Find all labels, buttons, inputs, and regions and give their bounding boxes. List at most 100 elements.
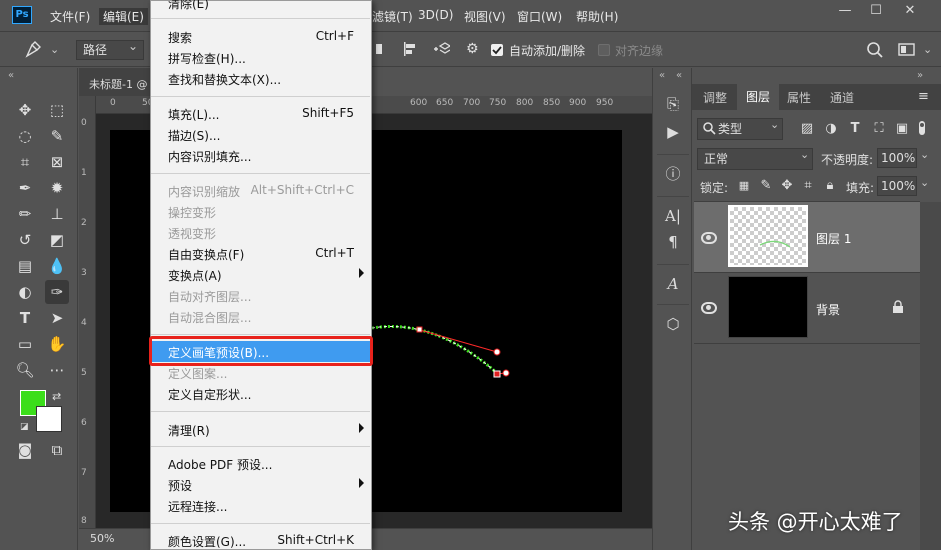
menu-item-content-aware-fill[interactable]: 内容识别填充... [150, 145, 370, 166]
filter-shape-icon[interactable]: ⛶ [871, 121, 887, 137]
rectangle-tool-icon[interactable]: ▭ [13, 332, 37, 356]
tab-channels[interactable]: 通道 [830, 89, 854, 106]
swap-colors-icon[interactable]: ⇄ [52, 390, 61, 403]
quick-selection-tool-icon[interactable]: ✎ [45, 124, 69, 148]
menu-view[interactable]: 视图(V) [464, 8, 506, 25]
opacity-input[interactable]: 100% [877, 148, 917, 168]
menu-item-define-custom-shape[interactable]: 定义自定形状... [150, 383, 370, 404]
menu-item-find-replace[interactable]: 查找和替换文本(X)... [150, 68, 370, 89]
filter-chevron-down-icon[interactable]: ⌄ [770, 118, 779, 131]
visibility-eye-icon[interactable] [701, 232, 717, 244]
menu-item-content-aware-scale[interactable]: 内容识别缩放 Alt+Shift+Ctrl+C [150, 180, 370, 201]
fill-input[interactable]: 100% [877, 176, 917, 196]
menu-item-presets[interactable]: 预设 [150, 474, 370, 495]
path-operations-icon[interactable] [374, 41, 390, 57]
layer-name[interactable]: 背景 [816, 301, 840, 318]
filter-smart-object-icon[interactable]: ▣ [894, 121, 910, 137]
menu-item-auto-align-layers[interactable]: 自动对齐图层... [150, 285, 370, 306]
zoom-tool-icon[interactable]: 🔍︎ [13, 358, 37, 382]
auto-add-delete-checkbox[interactable] [491, 44, 503, 56]
actions-play-icon[interactable]: ▶ [661, 120, 685, 144]
marquee-tool-icon[interactable]: ⬚ [45, 98, 69, 122]
background-color-swatch[interactable] [36, 406, 62, 432]
crop-tool-icon[interactable]: ⌗ [13, 150, 37, 174]
lock-transparent-pixels-icon[interactable]: ▦ [736, 178, 752, 194]
menu-file[interactable]: 文件(F) [50, 8, 90, 25]
maximize-button[interactable]: ☐ [864, 4, 888, 20]
collapse-right-icon[interactable]: » [917, 70, 923, 81]
menu-item-perspective-warp[interactable]: 透视变形 [150, 222, 370, 243]
lasso-tool-icon[interactable]: ◌ [13, 124, 37, 148]
tab-adjustments[interactable]: 调整 [703, 89, 727, 106]
pen-tool-preset-icon[interactable] [24, 41, 44, 59]
menu-item-fill[interactable]: 填充(L)... Shift+F5 [150, 103, 370, 124]
hand-tool-icon[interactable]: ✋ [45, 332, 69, 356]
menu-item-purge[interactable]: 清理(R) [150, 419, 370, 440]
search-icon[interactable] [866, 41, 884, 59]
type-tool-icon[interactable]: T [13, 306, 37, 330]
menu-item-remote-connections[interactable]: 远程连接... [150, 495, 370, 516]
eraser-tool-icon[interactable]: ◩ [45, 228, 69, 252]
more-tools-icon[interactable]: ⋯ [45, 358, 69, 382]
tab-properties[interactable]: 属性 [787, 89, 811, 106]
blur-tool-icon[interactable]: 💧 [45, 254, 69, 278]
menu-window[interactable]: 窗口(W) [517, 8, 562, 25]
glyphs-panel-icon[interactable]: A [661, 272, 685, 296]
menu-edit[interactable]: 编辑(E) [99, 8, 148, 25]
menu-item-spell-check[interactable]: 拼写检查(H)... [150, 47, 370, 68]
menu-item-auto-blend-layers[interactable]: 自动混合图层... [150, 306, 370, 327]
layer-row-layer-1[interactable]: 图层 1 [694, 202, 920, 272]
gear-icon[interactable]: ⚙ [466, 41, 482, 57]
history-brush-tool-icon[interactable]: ↺ [13, 228, 37, 252]
screen-mode-icon[interactable]: ⧉ [45, 438, 69, 462]
lock-all-icon[interactable]: 🔒︎ [822, 178, 838, 194]
menu-item-puppet-warp[interactable]: 操控变形 [150, 201, 370, 222]
minimize-button[interactable]: — [833, 4, 857, 20]
blend-mode-select[interactable]: 正常 [697, 148, 813, 170]
collapse-icons-icon[interactable]: « [659, 70, 665, 81]
pen-mode-select[interactable]: 路径 [76, 37, 144, 60]
filter-adjustment-icon[interactable]: ◑ [823, 121, 839, 137]
menu-item-stroke[interactable]: 描边(S)... [150, 124, 370, 145]
info-icon[interactable]: ⓘ [661, 162, 685, 186]
eyedropper-tool-icon[interactable]: ✒ [13, 176, 37, 200]
lock-artboard-icon[interactable]: ⌗ [800, 178, 816, 194]
3d-panel-icon[interactable]: ⬡ [661, 312, 685, 336]
tab-layers[interactable]: 图层 [737, 84, 780, 110]
collapse-left-icon[interactable]: « [676, 70, 682, 81]
path-alignment-icon[interactable] [402, 41, 418, 57]
layers-scrollbar[interactable] [920, 202, 941, 550]
frame-tool-icon[interactable]: ⊠ [45, 150, 69, 174]
menu-filter[interactable]: 滤镜(T) [372, 8, 413, 25]
align-edges-checkbox[interactable] [598, 44, 610, 56]
quick-mask-icon[interactable]: ◙ [13, 438, 37, 462]
stamp-tool-icon[interactable]: ⊥ [45, 202, 69, 226]
menu-item-clear[interactable]: 清除(E) [150, 0, 370, 13]
preset-chevron-down-icon[interactable]: ⌄ [50, 43, 59, 56]
dodge-tool-icon[interactable]: ◐ [13, 280, 37, 304]
filter-type-icon[interactable]: T [847, 121, 863, 137]
default-colors-icon[interactable]: ◪ [20, 422, 29, 432]
gradient-tool-icon[interactable]: ▤ [13, 254, 37, 278]
brush-tool-icon[interactable]: ✏ [13, 202, 37, 226]
document-tab[interactable]: 未标题-1 @ [79, 68, 151, 96]
healing-brush-tool-icon[interactable]: ✹ [45, 176, 69, 200]
paragraph-panel-icon[interactable]: ¶ [661, 230, 685, 254]
layer-row-background[interactable]: 背景 [694, 273, 920, 343]
pen-tool-icon[interactable]: ✑ [45, 280, 69, 304]
history-panel-icon[interactable]: ⎘ [661, 92, 685, 116]
layer-name[interactable]: 图层 1 [816, 230, 851, 247]
fill-chevron-down-icon[interactable]: ⌄ [920, 176, 929, 189]
workspace-icon[interactable] [898, 42, 916, 58]
visibility-eye-icon[interactable] [701, 302, 717, 314]
menu-item-adobe-pdf-presets[interactable]: Adobe PDF 预设... [150, 453, 370, 474]
panel-menu-icon[interactable]: ≡ [918, 89, 929, 104]
opacity-chevron-down-icon[interactable]: ⌄ [920, 148, 929, 161]
move-tool-icon[interactable]: ✥ [13, 98, 37, 122]
lock-image-pixels-icon[interactable]: ✎ [758, 178, 774, 194]
lock-position-icon[interactable]: ✥ [779, 178, 795, 194]
menu-item-search[interactable]: 搜索 Ctrl+F [150, 26, 370, 47]
menu-item-free-transform-points[interactable]: 自由变换点(F) Ctrl+T [150, 243, 370, 264]
menu-help[interactable]: 帮助(H) [576, 8, 618, 25]
menu-item-transform-points[interactable]: 变换点(A) [150, 264, 370, 285]
